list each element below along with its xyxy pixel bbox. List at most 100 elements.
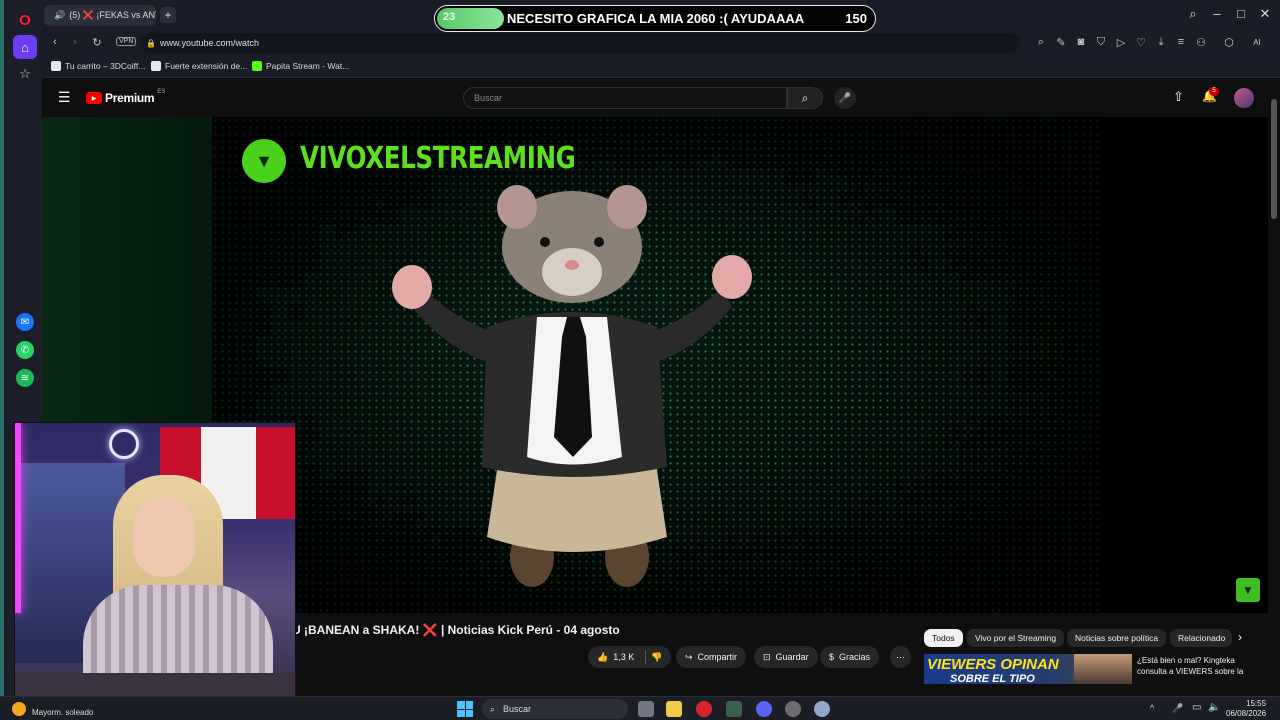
muzzle (542, 248, 602, 296)
vpn-badge[interactable]: VPN (116, 37, 137, 46)
save-button[interactable]: ⊡ Guardar (754, 646, 818, 668)
kick-favicon-icon (252, 61, 262, 71)
file-explorer-icon[interactable] (666, 701, 682, 717)
hamburger-menu-icon[interactable]: ☰ (58, 89, 71, 106)
channel-logo-icon: ▼ (242, 139, 286, 183)
minimize-button[interactable]: – (1208, 6, 1226, 21)
like-button[interactable]: 👍 1,3 K 👎 (588, 646, 672, 668)
share-button[interactable]: ↪ Compartir (676, 646, 747, 668)
chips-next-icon[interactable]: › (1238, 630, 1242, 644)
camera-icon[interactable]: ◙ (1074, 36, 1088, 48)
bookmark-label: Papita Stream - Wat... (266, 61, 350, 71)
voice-search-button[interactable]: 🎤 (834, 87, 856, 109)
goal-target: 150 (845, 11, 867, 26)
youtube-play-icon: ▶ (86, 92, 102, 104)
bookmark-item[interactable]: Tu carrito – 3DCoiff... (51, 61, 145, 71)
discord-icon[interactable] (756, 701, 772, 717)
volume-icon[interactable]: 🔈 (1208, 702, 1220, 713)
ai-label: AI (1253, 38, 1261, 47)
download-icon[interactable]: ⤓ (1154, 36, 1168, 49)
menu-lines-icon[interactable]: ≡ (1174, 36, 1188, 48)
ai-button[interactable]: AI (1242, 38, 1272, 47)
settings-icon[interactable] (814, 701, 830, 717)
chip-streaming[interactable]: Vivo por el Streaming (967, 629, 1065, 647)
chip-label: Todos (932, 633, 955, 643)
network-icon[interactable]: ▭ (1192, 702, 1201, 713)
chip-related[interactable]: Relacionado (1170, 629, 1232, 647)
weather-text[interactable]: Mayorm. soleado (32, 708, 93, 717)
region-code: ES (157, 89, 166, 95)
search-input[interactable]: Buscar (463, 87, 787, 109)
messenger-icon[interactable]: ✉ (16, 313, 34, 331)
like-count: 1,3 K (613, 652, 635, 662)
goal-text: NECESITO GRAFICA LA MIA 2060 :( AYUDAAAA (507, 11, 805, 26)
share-label: Compartir (697, 652, 738, 662)
search-button[interactable]: ⌕ (787, 87, 823, 109)
youtube-header: ☰ ▶ Premium ES Buscar ⌕ 🎤 ⇧ 🔔 5 (42, 79, 1268, 117)
thumbs-down-icon[interactable]: 👎 (651, 652, 662, 663)
heart-icon[interactable]: ♡ (1134, 36, 1148, 49)
extensions-icon[interactable]: ⬡ (1222, 36, 1236, 49)
forward-icon[interactable]: › (68, 36, 82, 48)
play-icon[interactable]: ▷ (1114, 36, 1128, 49)
chip-all[interactable]: Todos (924, 629, 963, 647)
scrollbar-thumb[interactable] (1271, 99, 1277, 219)
zoom-icon[interactable]: ⌕ (1034, 36, 1048, 49)
nose (565, 260, 579, 270)
mic-tray-icon[interactable]: 🎤 (1172, 703, 1183, 714)
taskbar-clock[interactable]: 15:55 06/08/2026 (1226, 699, 1266, 719)
bookmark-icon: ⊡ (763, 651, 771, 662)
whatsapp-icon[interactable]: ✆ (16, 341, 34, 359)
windows-start-icon[interactable] (457, 701, 473, 717)
save-label: Guardar (775, 652, 809, 662)
search-tabs-icon[interactable]: ⌕ (1184, 6, 1202, 22)
app-taskbar-icon[interactable] (726, 701, 742, 717)
left-paw (392, 265, 432, 309)
close-window-button[interactable]: ✕ (1256, 6, 1274, 22)
thanks-button[interactable]: $ Gracias (820, 646, 880, 668)
taskbar-search-label: Buscar (503, 704, 532, 714)
thumbs-up-icon: 👍 (597, 651, 609, 662)
clock-date: 06/08/2026 (1226, 709, 1267, 718)
channel-corner-logo-icon[interactable]: ▼ (1236, 578, 1260, 602)
maximize-button[interactable]: □ (1232, 6, 1250, 21)
chip-label: Vivo por el Streaming (975, 633, 1057, 643)
reload-icon[interactable]: ↻ (90, 36, 104, 49)
taskbar-search[interactable]: ⌕ Buscar (482, 699, 628, 719)
weather-icon[interactable] (12, 702, 26, 716)
windows-taskbar: Mayorm. soleado ⌕ Buscar ^ 🎤 ▭ 🔈 15:55 0… (0, 696, 1280, 720)
task-view-icon[interactable] (638, 701, 654, 717)
page-scrollbar[interactable] (1268, 79, 1280, 700)
avatar[interactable] (1234, 88, 1254, 108)
app-taskbar-icon[interactable] (785, 701, 801, 717)
opera-taskbar-icon[interactable] (696, 701, 712, 717)
bookmark-item[interactable]: Fuerte extensión de... (151, 61, 247, 71)
address-bar-row: ‹ › ↻ VPN 🔒 www.youtube.com/watch ⌕ ✎ ◙ … (42, 30, 1280, 56)
home-icon[interactable]: ⌂ (13, 35, 37, 59)
star-icon[interactable]: ☆ (13, 62, 37, 86)
bookmark-favicon-icon (51, 61, 61, 71)
tab-title: (5) ❌ ¡FEKAS vs ANTI (69, 10, 156, 20)
youtube-logo[interactable]: ▶ Premium ES (86, 89, 166, 105)
edit-icon[interactable]: ✎ (1054, 36, 1068, 49)
tray-chevron-icon[interactable]: ^ (1150, 703, 1154, 713)
bookmark-label: Tu carrito – 3DCoiff... (65, 61, 146, 71)
back-icon[interactable]: ‹ (48, 36, 62, 48)
spotify-icon[interactable]: ≋ (16, 369, 34, 387)
speaker-icon[interactable]: 🔊 (54, 10, 65, 21)
chip-politics[interactable]: Noticias sobre política (1067, 629, 1167, 647)
related-video-thumbnail[interactable]: VIEWERS OPINAN SOBRE EL TIPO (924, 654, 1132, 684)
webcam-planet-lamp (109, 429, 139, 459)
bookmark-item[interactable]: Papita Stream - Wat... (252, 61, 349, 71)
related-video-title[interactable]: ¿Está bien o mal? Kingteka consulta a VI… (1137, 655, 1262, 677)
video-title: U ¡BANEAN a SHAKA! ❌ | Noticias Kick Per… (292, 623, 620, 637)
opera-menu-icon[interactable]: O (13, 8, 37, 32)
shield-icon[interactable]: ⛉ (1094, 36, 1108, 49)
address-input[interactable]: 🔒 www.youtube.com/watch (140, 33, 1020, 53)
new-tab-button[interactable]: + (160, 7, 176, 23)
more-actions-button[interactable]: ⋯ (890, 646, 911, 668)
profile-icon[interactable]: ⚇ (1194, 36, 1208, 49)
share-icon: ↪ (685, 651, 693, 662)
tab-youtube[interactable]: 🔊 (5) ❌ ¡FEKAS vs ANTI (44, 5, 156, 26)
upload-icon[interactable]: ⇧ (1173, 89, 1184, 105)
